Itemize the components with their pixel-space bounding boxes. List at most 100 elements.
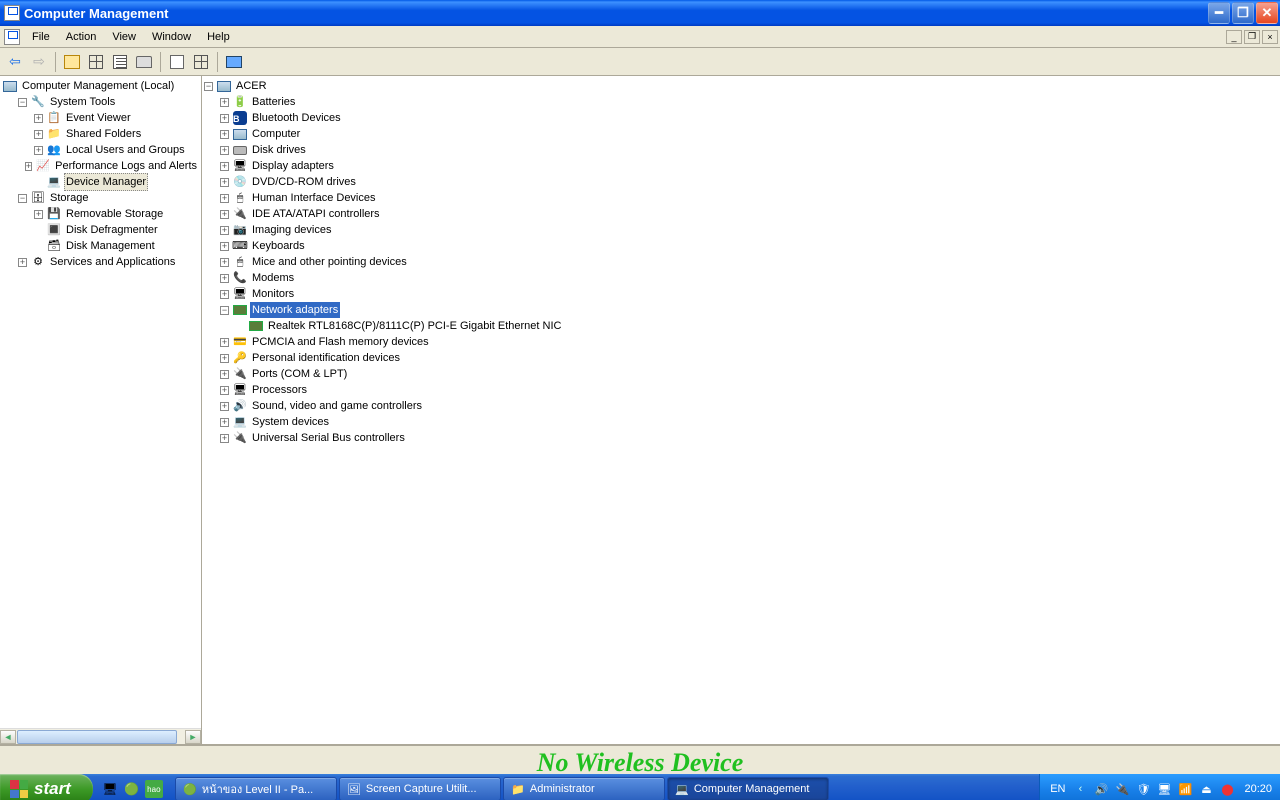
mdi-system-icon[interactable] [4,29,20,45]
back-button[interactable]: ⇦ [4,51,26,73]
clock[interactable]: 20:20 [1240,783,1272,795]
properties-button[interactable] [85,51,107,73]
expand-button[interactable]: + [220,290,229,299]
tray-shield-icon[interactable]: 🛡 [1135,781,1151,797]
tree-item[interactable]: Bluetooth Devices [250,110,343,126]
expand-button[interactable]: + [220,226,229,235]
horizontal-scrollbar[interactable]: ◄ ► [0,728,201,744]
tree-device-manager[interactable]: Device Manager [64,173,148,191]
tree-services[interactable]: Services and Applications [48,254,177,270]
tray-volume-icon[interactable]: 🔊 [1093,781,1109,797]
menu-action[interactable]: Action [58,28,105,46]
maximize-button[interactable]: ❐ [1232,2,1254,24]
ql-chrome-icon[interactable]: 🟢 [123,780,141,798]
tree-system-tools[interactable]: System Tools [48,94,117,110]
tree-root[interactable]: Computer Management (Local) [20,78,176,94]
menu-help[interactable]: Help [199,28,238,46]
expand-button[interactable]: + [34,114,43,123]
tree-local-users[interactable]: Local Users and Groups [64,142,187,158]
refresh-button[interactable] [190,51,212,73]
mdi-restore-button[interactable]: ❐ [1244,30,1260,44]
tree-item[interactable]: System devices [250,414,331,430]
expand-button[interactable]: + [220,434,229,443]
expand-button[interactable]: − [18,98,27,107]
up-button[interactable] [61,51,83,73]
menu-window[interactable]: Window [144,28,199,46]
language-indicator[interactable]: EN [1048,783,1067,795]
tree-event-viewer[interactable]: Event Viewer [64,110,133,126]
left-tree-pane[interactable]: Computer Management (Local) −🔧System Too… [0,76,202,744]
mdi-close-button[interactable]: × [1262,30,1278,44]
export-button[interactable] [166,51,188,73]
ql-hao-icon[interactable]: hao [145,780,163,798]
tree-item[interactable]: Display adapters [250,158,336,174]
expand-button[interactable]: + [220,210,229,219]
tree-item[interactable]: Monitors [250,286,296,302]
expand-button[interactable]: + [220,114,229,123]
ql-desktop-icon[interactable]: 🖥 [101,780,119,798]
tree-item[interactable]: Human Interface Devices [250,190,378,206]
expand-button[interactable]: + [220,370,229,379]
show-hide-button[interactable] [109,51,131,73]
scroll-thumb[interactable] [17,730,177,744]
tree-item[interactable]: Keyboards [250,238,307,254]
print-button[interactable] [133,51,155,73]
tree-item[interactable]: Sound, video and game controllers [250,398,424,414]
expand-button[interactable]: + [34,210,43,219]
tray-eject-icon[interactable]: ⏏ [1198,781,1214,797]
expand-button[interactable]: + [18,258,27,267]
expand-button[interactable]: − [220,306,229,315]
mdi-minimize-button[interactable]: _ [1226,30,1242,44]
expand-button[interactable]: + [220,274,229,283]
tree-item[interactable]: Personal identification devices [250,350,402,366]
menu-file[interactable]: File [24,28,58,46]
tree-item[interactable]: Batteries [250,94,297,110]
tray-display-icon[interactable]: 🖥 [1156,781,1172,797]
expand-button[interactable]: − [204,82,213,91]
expand-button[interactable]: + [220,178,229,187]
tray-expand-icon[interactable]: ‹ [1072,781,1088,797]
menu-view[interactable]: View [104,28,144,46]
expand-button[interactable]: + [220,354,229,363]
tree-item[interactable]: Realtek RTL8168C(P)/8111C(P) PCI-E Gigab… [266,318,563,334]
scroll-right-button[interactable]: ► [185,730,201,744]
close-button[interactable]: ✕ [1256,2,1278,24]
expand-button[interactable]: + [220,338,229,347]
tree-disk-mgmt[interactable]: Disk Management [64,238,157,254]
tree-item[interactable]: Network adapters [250,302,340,318]
expand-button[interactable]: + [220,242,229,251]
expand-button[interactable]: + [220,386,229,395]
expand-button[interactable]: − [18,194,27,203]
tree-item[interactable]: ACER [234,78,269,94]
expand-button[interactable]: + [220,418,229,427]
tree-item[interactable]: Modems [250,270,296,286]
tree-item[interactable]: Mice and other pointing devices [250,254,409,270]
tree-item[interactable]: Computer [250,126,302,142]
tree-item[interactable]: PCMCIA and Flash memory devices [250,334,431,350]
tray-network-icon[interactable]: 🔌 [1114,781,1130,797]
tree-perf-logs[interactable]: Performance Logs and Alerts [53,158,199,174]
taskbar-button-chrome[interactable]: 🟢หน้าของ Level II - Pa... [175,777,337,800]
tree-item[interactable]: Universal Serial Bus controllers [250,430,407,446]
expand-button[interactable]: + [220,402,229,411]
start-button[interactable]: start [0,774,93,800]
tree-item[interactable]: Disk drives [250,142,308,158]
right-tree-pane[interactable]: −ACER+🔋Batteries+BBluetooth Devices+Comp… [202,76,1280,744]
expand-button[interactable]: + [220,258,229,267]
expand-button[interactable]: + [34,146,43,155]
expand-button[interactable]: + [25,162,32,171]
taskbar-button-screencap[interactable]: 🖼Screen Capture Utilit... [339,777,501,800]
tree-shared-folders[interactable]: Shared Folders [64,126,143,142]
tree-disk-defrag[interactable]: Disk Defragmenter [64,222,160,238]
tree-item[interactable]: IDE ATA/ATAPI controllers [250,206,382,222]
expand-button[interactable]: + [34,130,43,139]
taskbar-button-admin[interactable]: 📁Administrator [503,777,665,800]
tray-av-icon[interactable]: ⬤ [1219,781,1235,797]
taskbar-button-compmgmt[interactable]: 💻Computer Management [667,777,829,800]
tree-item[interactable]: Imaging devices [250,222,334,238]
tray-battery-icon[interactable]: 📶 [1177,781,1193,797]
help-button[interactable] [223,51,245,73]
tree-storage[interactable]: Storage [48,190,91,206]
expand-button[interactable]: + [220,162,229,171]
tree-item[interactable]: DVD/CD-ROM drives [250,174,358,190]
